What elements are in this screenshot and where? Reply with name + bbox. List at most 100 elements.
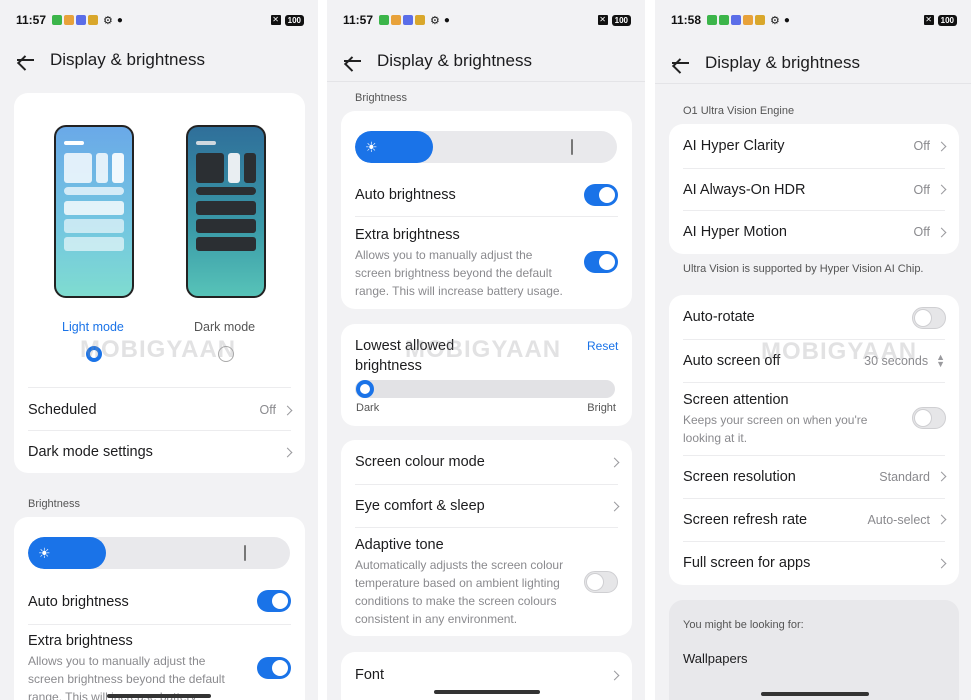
sun-icon: ☀ [38,545,51,561]
battery-icon: 100 [284,14,304,26]
dot-icon: ● [443,14,450,26]
chevron-right-icon [609,501,620,511]
screen-attention-toggle[interactable] [912,407,946,429]
light-mode-radio[interactable] [86,346,102,362]
full-screen-apps-label: Full screen for apps [683,555,811,571]
notification-icon [379,15,390,25]
dark-mode-label: Dark mode [194,320,256,334]
extra-brightness-desc: Allows you to manually adjust the screen… [355,248,563,298]
lowest-brightness-slider[interactable] [355,380,615,398]
auto-screen-off-row[interactable]: Auto screen off 30 seconds ▲ ▼ [669,339,959,382]
screen-light-dark-mode: 11:57 ⚙ ● ✕ 100 Display & brightness Lig… [0,0,318,700]
ultra-vision-card: AI Hyper Clarity Off AI Always-On HDR Of… [669,124,959,254]
ai-always-on-hdr-row[interactable]: AI Always-On HDR Off [669,168,959,211]
reset-button[interactable]: Reset [587,339,618,353]
nav-handle[interactable] [107,694,211,698]
back-arrow-icon[interactable] [14,48,38,72]
brightness-card: ☀ Auto brightness Extra brightness Allow… [14,517,305,700]
header: Display & brightness [327,40,645,82]
extra-brightness-toggle[interactable] [257,657,291,679]
extra-brightness-block: Extra brightness Allows you to manually … [28,633,228,700]
adaptive-tone-block: Adaptive tone Automatically adjusts the … [355,537,575,628]
brightness-section-label: Brightness [28,498,80,510]
eye-comfort-label: Eye comfort & sleep [355,498,485,514]
x-icon: ✕ [597,15,608,25]
chevron-right-icon [936,141,947,151]
screen-settings-card: Auto-rotate Auto screen off 30 seconds ▲… [669,295,959,585]
display-options-card: Screen colour mode Eye comfort & sleep A… [341,440,632,636]
chevron-right-icon [282,405,293,415]
lowest-brightness-card: Lowest allowed brightness Reset Dark Bri… [341,324,632,426]
back-arrow-icon[interactable] [341,49,365,73]
brightness-slider[interactable]: ☀ [355,131,617,163]
notification-icon [391,15,402,25]
screen-attention-block: Screen attention Keeps your screen on wh… [683,392,893,447]
ai-hyper-clarity-row[interactable]: AI Hyper Clarity Off [669,124,959,168]
wallpapers-link[interactable]: Wallpapers [683,651,748,666]
eye-comfort-row[interactable]: Eye comfort & sleep [341,484,632,528]
light-mode-preview[interactable] [54,125,134,298]
nav-handle[interactable] [761,692,869,696]
scheduled-row[interactable]: Scheduled Off [14,389,305,431]
x-icon: ✕ [270,15,281,25]
ai-hyper-motion-row[interactable]: AI Hyper Motion Off [669,210,959,254]
ai-hyper-clarity-label: AI Hyper Clarity [683,138,785,154]
notification-icon [403,15,414,25]
extra-brightness-label: Extra brightness [355,227,460,243]
adaptive-tone-toggle[interactable] [584,571,618,593]
screen-display-settings: 11:58 ⚙ ● ✕ 100 Display & brightness O1 … [655,0,971,700]
chevron-right-icon [936,514,947,525]
notification-icon [719,15,730,25]
light-mode-label: Light mode [62,320,124,334]
chevron-right-icon [936,227,947,237]
screen-resolution-value: Standard [879,469,930,484]
auto-brightness-toggle[interactable] [584,184,618,206]
notification-icon [415,15,426,25]
dot-icon: ● [116,14,123,26]
auto-rotate-toggle[interactable] [912,307,946,329]
auto-rotate-label: Auto-rotate [683,309,755,325]
screen-colour-mode-row[interactable]: Screen colour mode [341,440,632,484]
dark-mode-radio[interactable] [218,346,234,362]
mode-card: Light mode Dark mode Scheduled Off Dark … [14,93,305,473]
screen-attention-desc: Keeps your screen on when you're looking… [683,413,868,445]
status-bar: 11:57 ⚙ ● ✕ 100 [343,10,631,30]
up-down-icon: ▲ ▼ [936,351,945,369]
auto-brightness-label: Auto brightness [355,187,456,203]
screen-refresh-rate-value: Auto-select [867,512,930,527]
screen-refresh-rate-label: Screen refresh rate [683,511,808,528]
gear-icon: ⚙ [770,14,780,27]
status-bar: 11:58 ⚙ ● ✕ 100 [671,10,957,30]
status-time: 11:57 [16,13,47,27]
screen-resolution-row[interactable]: Screen resolution Standard [669,455,959,498]
engine-section-label: O1 Ultra Vision Engine [683,105,795,117]
auto-brightness-toggle[interactable] [257,590,291,612]
notification-icon [707,15,718,25]
nav-handle[interactable] [434,690,540,694]
dark-mode-settings-label: Dark mode settings [28,444,153,460]
screen-refresh-rate-row[interactable]: Screen refresh rate Auto-select [669,498,959,541]
chevron-right-icon [609,457,620,467]
battery-icon: 100 [937,14,957,26]
notification-icon [52,15,63,25]
slider-knob[interactable] [356,380,374,398]
ai-hyper-motion-label: AI Hyper Motion [683,224,787,240]
dark-mode-preview[interactable] [186,125,266,298]
screen-attention-label: Screen attention [683,392,789,408]
chevron-right-icon [936,471,947,482]
dark-mode-settings-row[interactable]: Dark mode settings [14,431,305,473]
extra-brightness-toggle[interactable] [584,251,618,273]
screen-resolution-label: Screen resolution [683,468,796,485]
font-label: Font [355,667,385,683]
brightness-card: ☀ Auto brightness Extra brightness Allow… [341,111,632,309]
notification-icon [743,15,754,25]
ultra-vision-note: Ultra Vision is supported by Hyper Visio… [683,263,924,275]
ai-always-on-hdr-value: Off [913,182,930,197]
ai-hyper-clarity-value: Off [913,139,930,153]
adaptive-tone-label: Adaptive tone [355,537,444,553]
brightness-slider[interactable]: ☀ [28,537,290,569]
page-title: Display & brightness [377,50,532,70]
scheduled-label: Scheduled [28,402,97,418]
back-arrow-icon[interactable] [669,51,693,75]
full-screen-apps-row[interactable]: Full screen for apps [669,541,959,585]
